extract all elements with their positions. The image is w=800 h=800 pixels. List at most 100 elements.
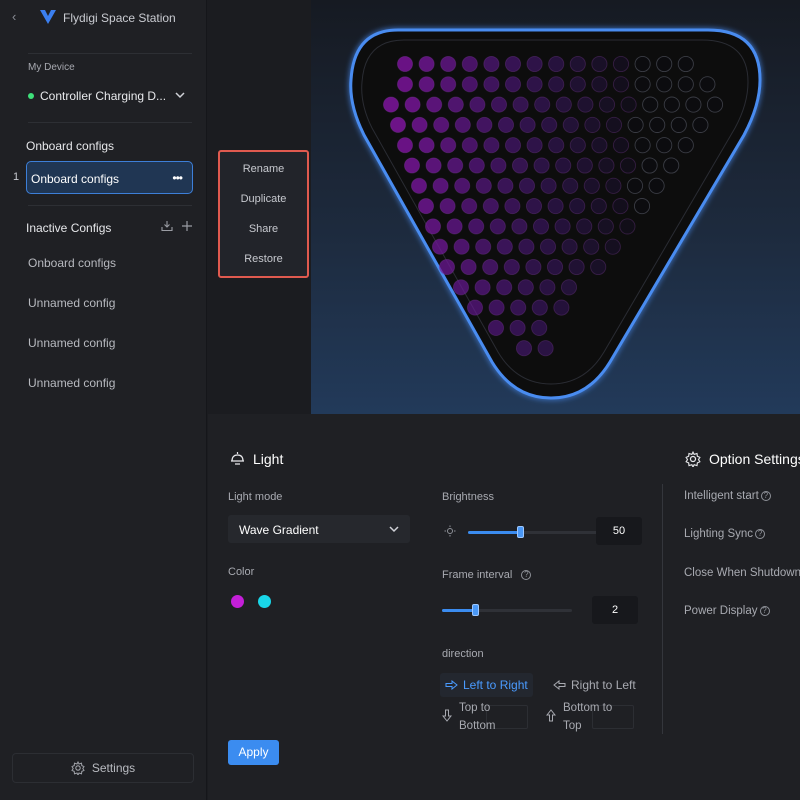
settings-button[interactable]: Settings: [12, 753, 194, 783]
led-dot: [438, 258, 456, 276]
brightness-slider[interactable]: [468, 526, 598, 538]
led-dot: [490, 96, 508, 113]
inactive-config-item[interactable]: Unnamed config: [28, 376, 115, 390]
device-selector[interactable]: Controller Charging D...: [28, 86, 190, 106]
led-dot: [452, 279, 470, 296]
led-dot: [583, 177, 600, 194]
led-dot: [604, 238, 621, 255]
direction-ttb-label: Top to Bottom: [459, 699, 495, 735]
led-dot: [489, 218, 506, 235]
led-dot: [453, 238, 470, 255]
led-dot: [663, 96, 680, 113]
led-dot: [418, 137, 435, 154]
led-dot: [504, 55, 522, 73]
led-dot: [466, 299, 484, 316]
color-swatch-cyan[interactable]: [258, 595, 271, 608]
option-settings-heading: Option Settings: [685, 451, 800, 467]
frame-interval-text: Frame interval: [442, 569, 513, 581]
direction-label: direction: [442, 648, 484, 660]
sidebar: ‹ Flydigi Space Station My Device Contro…: [0, 0, 207, 800]
led-dot: [403, 157, 421, 174]
led-dot: [525, 198, 543, 215]
led-dot: [425, 157, 442, 174]
help-icon[interactable]: ?: [755, 528, 766, 539]
color-swatch-magenta[interactable]: [231, 595, 244, 608]
duplicate-menu-item[interactable]: Duplicate: [220, 193, 307, 205]
led-dot: [519, 116, 536, 133]
back-icon[interactable]: ‹: [12, 10, 26, 24]
add-icon[interactable]: [181, 220, 193, 232]
led-dot: [612, 76, 630, 93]
led-dot: [539, 279, 556, 296]
option-power-display: Power Display?: [684, 605, 770, 617]
led-dot: [526, 55, 543, 73]
led-dot: [440, 137, 457, 154]
led-dot: [447, 157, 464, 174]
frame-interval-slider-thumb[interactable]: [471, 604, 479, 616]
led-dot: [576, 157, 593, 174]
led-dot: [475, 238, 492, 255]
direction-top-to-bottom[interactable]: Top to Bottom: [442, 699, 495, 735]
led-dot: [432, 177, 449, 194]
led-dot: [461, 55, 478, 73]
arrow-left-icon: [553, 680, 566, 690]
panel-separator: [662, 484, 663, 734]
led-dot: [562, 177, 579, 194]
led-dot: [598, 96, 616, 113]
chevron-down-icon[interactable]: [174, 89, 186, 101]
led-dot: [469, 96, 486, 113]
led-dot: [531, 299, 548, 316]
led-dot: [504, 76, 522, 93]
option-label: Intelligent start: [684, 490, 759, 502]
inactive-config-item[interactable]: Onboard configs: [28, 256, 116, 270]
rename-menu-item[interactable]: Rename: [220, 163, 307, 175]
led-dot: [569, 198, 586, 215]
restore-menu-item[interactable]: Restore: [220, 253, 307, 265]
led-dot: [597, 218, 614, 235]
led-dot: [418, 55, 435, 73]
led-dot: [475, 177, 492, 194]
option-label: Lighting Sync: [684, 528, 754, 540]
import-icon[interactable]: [161, 220, 173, 232]
led-dot: [663, 157, 680, 174]
more-options-icon[interactable]: •••: [172, 171, 183, 185]
inactive-config-item[interactable]: Unnamed config: [28, 336, 115, 350]
help-icon[interactable]: ?: [760, 490, 771, 501]
inactive-config-item[interactable]: Unnamed config: [28, 296, 115, 310]
help-icon[interactable]: ?: [759, 605, 770, 616]
led-dot: [487, 319, 505, 336]
led-dot: [598, 157, 615, 174]
direction-ttb-line2: Bottom: [459, 720, 496, 732]
led-dot: [504, 198, 521, 215]
active-config-item[interactable]: Onboard configs •••: [26, 161, 193, 194]
apply-button[interactable]: Apply: [228, 740, 279, 765]
brightness-value[interactable]: 50: [596, 517, 642, 545]
share-menu-item[interactable]: Share: [220, 223, 307, 235]
led-dot: [649, 116, 666, 133]
led-dot: [461, 198, 478, 215]
direction-bottom-to-top[interactable]: Bottom to Top: [546, 699, 612, 735]
arrow-right-icon: [445, 680, 458, 690]
led-dot: [577, 96, 594, 113]
led-dot: [642, 96, 659, 113]
direction-left-to-right[interactable]: Left to Right: [440, 673, 533, 697]
led-dot: [404, 96, 421, 113]
led-dot: [677, 137, 694, 154]
light-mode-select[interactable]: Wave Gradient: [228, 515, 410, 543]
direction-right-to-left[interactable]: Right to Left: [548, 673, 641, 697]
led-dot: [468, 157, 485, 174]
flydigi-logo-icon: [40, 10, 56, 24]
led-dot: [424, 218, 442, 235]
led-dot: [591, 76, 608, 93]
frame-interval-slider[interactable]: [442, 604, 572, 616]
help-icon[interactable]: ?: [521, 570, 532, 581]
led-dot: [525, 258, 542, 276]
gear-icon: [685, 451, 701, 467]
frame-interval-value[interactable]: 2: [592, 596, 638, 624]
settings-panel: Light Light mode Wave Gradient Color Bri…: [208, 414, 800, 800]
led-dot: [569, 137, 586, 154]
led-dot: [562, 116, 579, 133]
led-dot: [496, 238, 513, 255]
brightness-slider-thumb[interactable]: [517, 526, 524, 538]
led-dot: [692, 116, 709, 133]
